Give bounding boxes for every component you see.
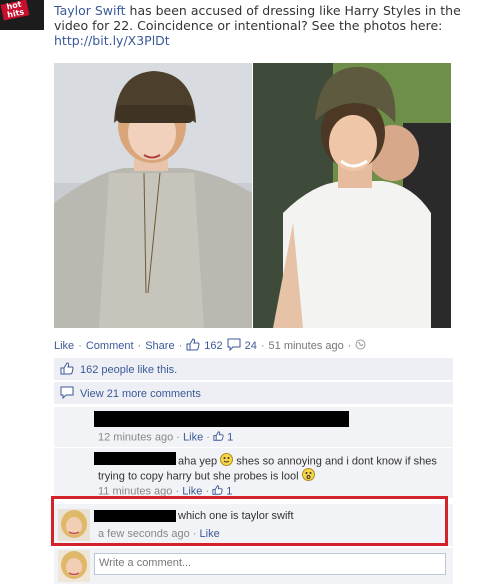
taylor-swift-illustration <box>54 63 252 328</box>
post-message: Taylor Swift has been accused of dressin… <box>54 3 470 48</box>
comment-count[interactable]: 24 <box>245 340 257 352</box>
comment-like-count[interactable]: 1 <box>227 431 233 443</box>
highlight-box <box>51 496 448 546</box>
comment-meta: 12 minutes ago · Like · 1 <box>98 431 234 444</box>
like-count[interactable]: 162 <box>204 340 222 352</box>
comment-bubble-icon <box>227 338 241 354</box>
redacted-name-bar <box>94 452 176 465</box>
likes-summary-text[interactable]: 162 people like this. <box>80 364 177 376</box>
comment-item: 12 minutes ago · Like · 1 <box>54 406 453 447</box>
post-author-link[interactable]: Taylor Swift <box>54 3 126 18</box>
hot-hits-logo: hot hits <box>0 0 30 21</box>
comment-bubble-icon <box>60 386 74 402</box>
comment-composer: Write a comment... <box>54 547 453 584</box>
avatar[interactable] <box>58 550 90 582</box>
comment-input[interactable]: Write a comment... <box>94 553 446 575</box>
likes-summary-row: 162 people like this. <box>54 358 453 380</box>
like-link[interactable]: Like <box>54 340 74 352</box>
thumbs-up-icon <box>186 338 200 354</box>
redacted-name-bar <box>94 411 349 427</box>
comment-text-line2: trying to copy harry but she probes is l… <box>98 468 315 485</box>
confused-emoji-icon <box>301 468 315 485</box>
public-globe-icon[interactable] <box>355 339 366 353</box>
comment-timestamp[interactable]: 12 minutes ago <box>98 431 173 443</box>
share-link[interactable]: Share <box>145 340 174 352</box>
thumbs-up-icon <box>60 362 74 378</box>
harry-styles-illustration <box>253 63 451 328</box>
harry-styles-photo[interactable] <box>253 63 451 328</box>
comment-like-link[interactable]: Like <box>183 431 203 443</box>
comment-item: aha yep shes so annoying and i dont know… <box>54 447 453 498</box>
post-timestamp[interactable]: 51 minutes ago <box>269 340 344 352</box>
comment-link[interactable]: Comment <box>86 340 134 352</box>
post-actions-bar: Like · Comment · Share · 162 24 · 51 min… <box>54 338 454 354</box>
page-logo[interactable]: hot hits <box>0 0 44 30</box>
thumbs-up-icon <box>213 431 224 444</box>
view-more-comments-link[interactable]: View 21 more comments <box>80 388 201 400</box>
view-more-comments-row[interactable]: View 21 more comments <box>54 382 453 404</box>
post-url-link[interactable]: http://bit.ly/X3PlDt <box>54 33 470 48</box>
taylor-swift-photo[interactable] <box>54 63 252 328</box>
